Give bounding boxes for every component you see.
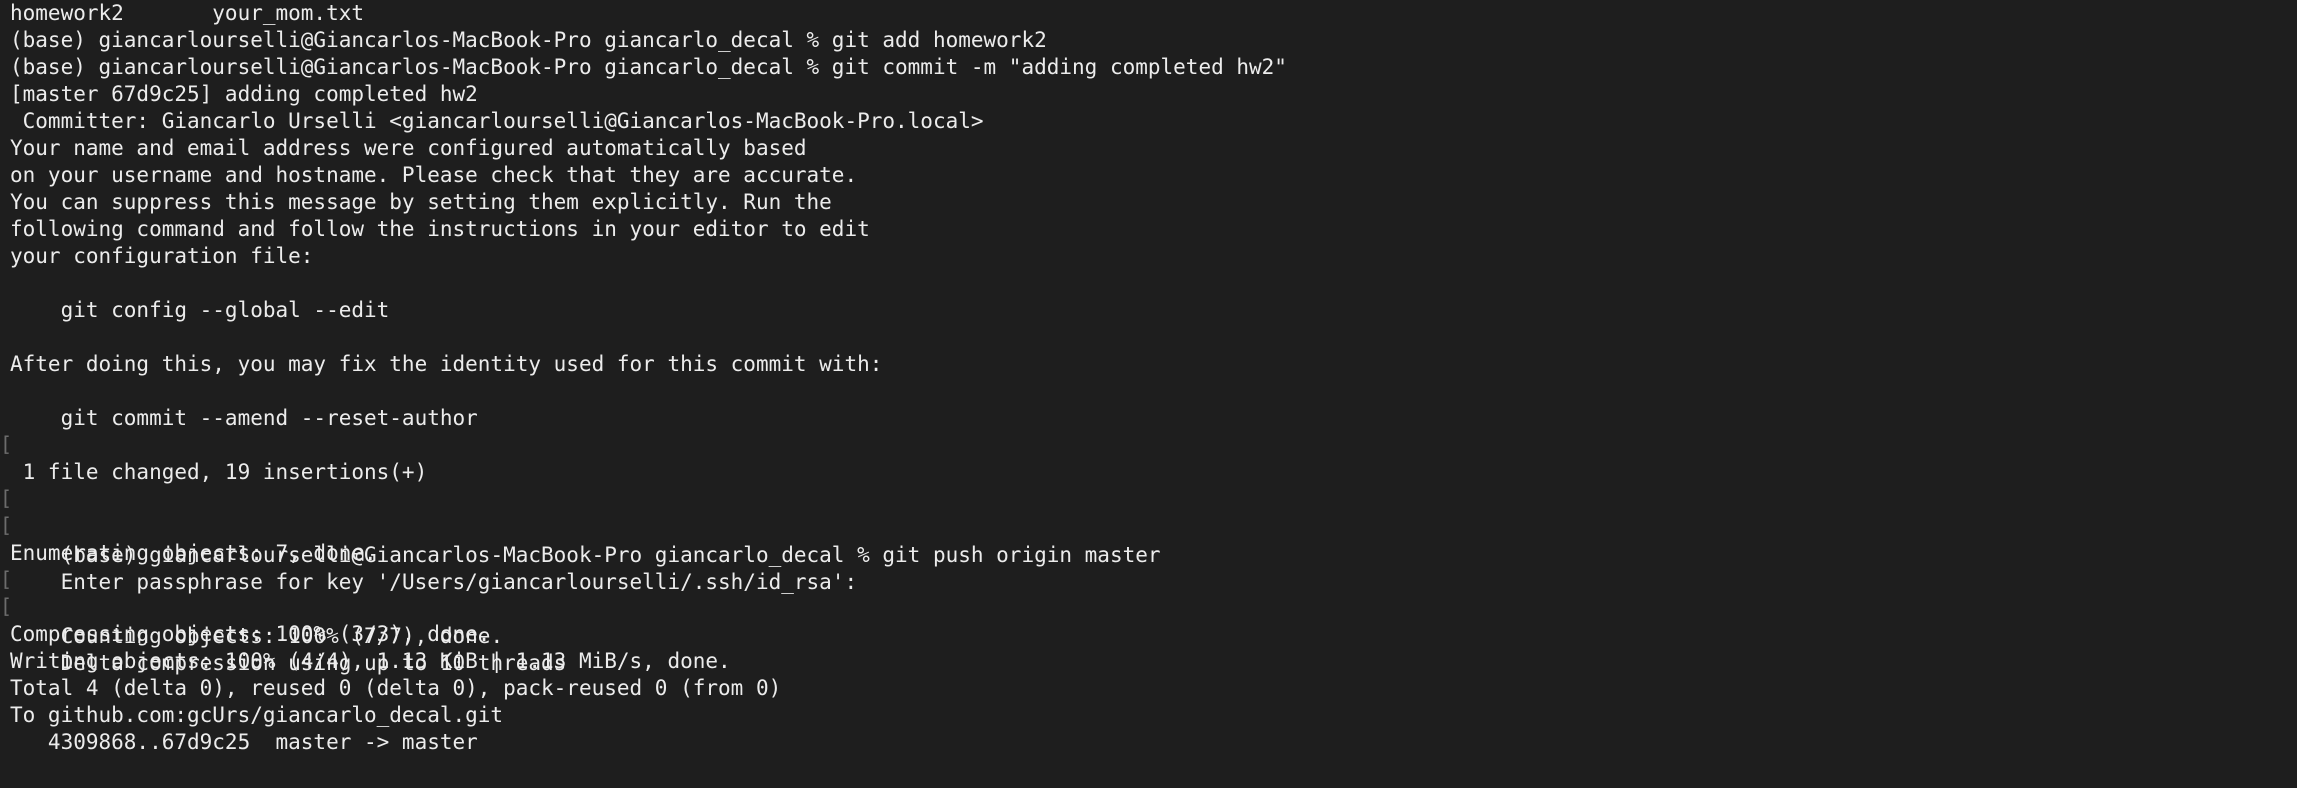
terminal-line-3: (base) giancarlourselli@Giancarlos-MacBo… [10,55,1287,79]
terminal-line-19: [ (base) giancarlourselli@Giancarlos-Mac… [0,485,2297,567]
terminal-line-9: following command and follow the instruc… [10,217,870,241]
command-mark-icon: [ [0,432,13,456]
terminal-line-28: 4309868..67d9c25 master -> master [10,730,478,754]
terminal-line-17: [ [0,431,2297,459]
terminal-line-25: Writing objects: 100% (4/4), 1.13 KiB | … [10,649,731,673]
terminal-line-22: [ Counting objects: 100% (7/7), done. [0,566,2297,648]
command-mark-icon: [ [0,567,13,591]
terminal-line-7: on your username and hostname. Please ch… [10,163,858,187]
command-mark-icon: [ [0,486,13,510]
terminal-line-16: git commit --amend --reset-author [10,406,478,430]
terminal-window[interactable]: homework2 your_mom.txt (base) giancarlou… [0,0,2297,787]
terminal-line-1: homework2 your_mom.txt [10,1,365,25]
command-mark-icon: [ [0,594,13,618]
command-mark-icon: [ [0,513,13,537]
terminal-line-12: git config --global --edit [10,298,390,322]
terminal-line-20: [ Enter passphrase for key '/Users/gianc… [0,512,2297,594]
terminal-line-26: Total 4 (delta 0), reused 0 (delta 0), p… [10,676,782,700]
terminal-line-2: (base) giancarlourselli@Giancarlos-MacBo… [10,28,1047,52]
terminal-line-6: Your name and email address were configu… [10,136,807,160]
terminal-line-4: [master 67d9c25] adding completed hw2 [10,82,478,106]
terminal-line-11 [0,269,2297,297]
terminal-line-13 [0,323,2297,351]
terminal-line-23: [ Delta compression using up to 10 threa… [0,593,2297,675]
terminal-line-24: Compressing objects: 100% (3/3), done. [10,622,491,646]
terminal-line-27: To github.com:gcUrs/giancarlo_decal.git [10,703,504,727]
terminal-line-14: After doing this, you may fix the identi… [10,352,883,376]
terminal-line-5: Committer: Giancarlo Urselli <giancarlou… [10,109,984,133]
terminal-line-10: your configuration file: [10,244,314,268]
terminal-line-21: Enumerating objects: 7, done. [10,541,377,565]
terminal-line-15 [0,377,2297,405]
terminal-line-8: You can suppress this message by setting… [10,190,832,214]
terminal-line-18: 1 file changed, 19 insertions(+) [10,460,428,484]
